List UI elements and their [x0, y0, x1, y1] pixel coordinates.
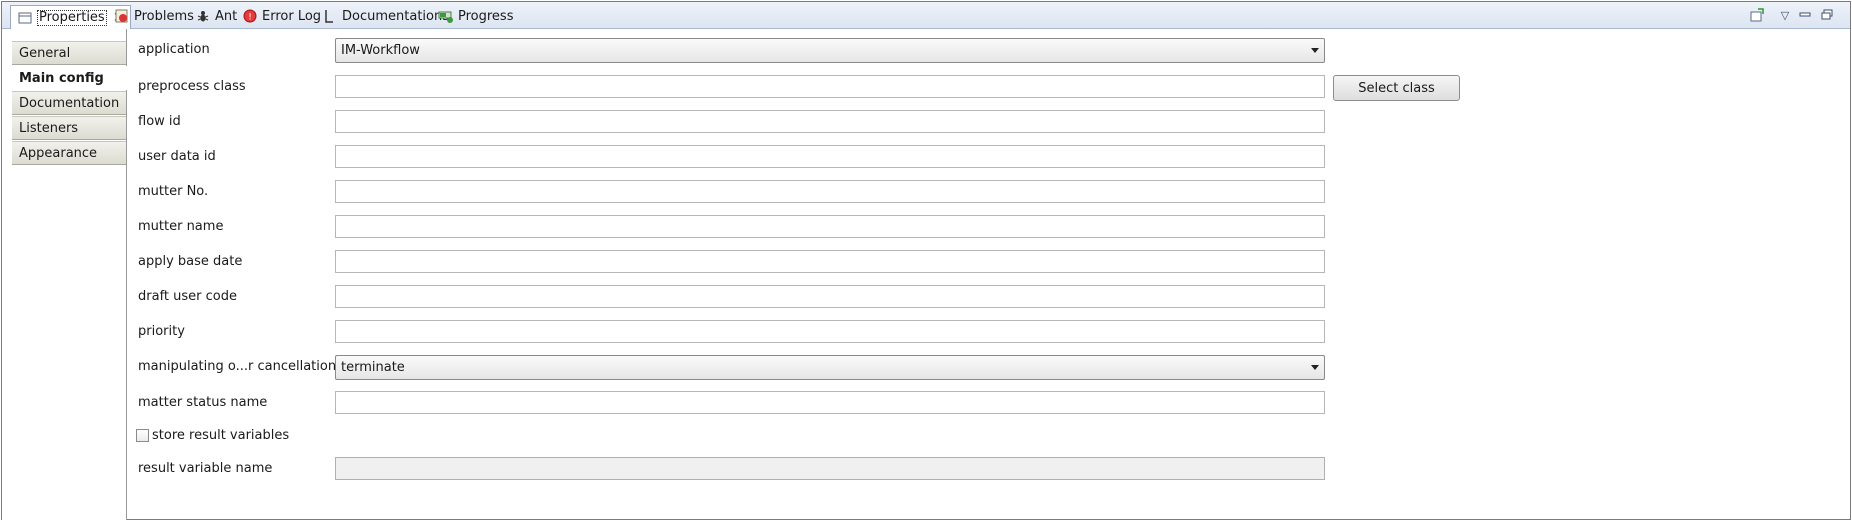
sidebar-item-main-config[interactable]: Main config — [12, 66, 128, 90]
tab-label: Properties — [37, 9, 107, 26]
manipulating-cancellation-select[interactable]: terminate — [335, 355, 1325, 380]
draft-user-code-input[interactable] — [335, 285, 1325, 308]
properties-view: Properties ✕ Problems Ant ! Error Log — [1, 1, 1851, 520]
properties-icon — [17, 10, 33, 26]
result-variable-name-label: result variable name — [138, 461, 273, 476]
documentations-icon — [322, 8, 338, 24]
store-result-variables-checkbox[interactable] — [136, 429, 149, 442]
maximize-icon[interactable] — [1820, 8, 1834, 22]
sidebar-item-documentation[interactable]: Documentation — [12, 91, 126, 115]
minimize-icon[interactable] — [1798, 8, 1812, 22]
result-variable-name-input[interactable] — [335, 457, 1325, 480]
tab-problems[interactable]: Problems — [114, 5, 194, 27]
mutter-no-label: mutter No. — [138, 184, 209, 199]
chevron-down-icon — [1311, 365, 1319, 370]
user-data-id-label: user data id — [138, 149, 216, 164]
tab-progress[interactable]: Progress — [438, 5, 513, 27]
sidebar-item-label: Main config — [19, 70, 104, 86]
problems-icon — [114, 8, 130, 24]
mutter-name-input[interactable] — [335, 215, 1325, 238]
application-value: IM-Workflow — [341, 43, 420, 58]
tab-label: Ant — [215, 8, 238, 24]
sidebar-item-label: Appearance — [19, 145, 98, 161]
priority-input[interactable] — [335, 320, 1325, 343]
matter-status-name-input[interactable] — [335, 391, 1325, 414]
sidebar-item-label: Documentation — [19, 95, 120, 111]
tab-label: Problems — [134, 8, 194, 24]
application-select[interactable]: IM-Workflow — [335, 38, 1325, 63]
select-class-button[interactable]: Select class — [1333, 75, 1460, 101]
store-result-variables-label: store result variables — [152, 428, 290, 443]
tab-documentations[interactable]: Documentations — [322, 5, 449, 27]
mutter-name-label: mutter name — [138, 219, 224, 234]
view-menu-icon[interactable]: ▽ — [1778, 8, 1792, 22]
pin-view-icon[interactable] — [1750, 8, 1764, 22]
flow-id-label: flow id — [138, 114, 181, 129]
manipulating-cancellation-value: terminate — [341, 360, 405, 375]
tab-label: Error Log — [262, 8, 322, 24]
sidebar-item-appearance[interactable]: Appearance — [12, 141, 126, 165]
flow-id-input[interactable] — [335, 110, 1325, 133]
svg-text:!: ! — [248, 13, 252, 23]
section-tabs-sidebar: General Main config Documentation Listen… — [2, 29, 128, 520]
sidebar-item-listeners[interactable]: Listeners — [12, 116, 126, 140]
sidebar-item-label: General — [19, 45, 71, 61]
user-data-id-input[interactable] — [335, 145, 1325, 168]
apply-base-date-input[interactable] — [335, 250, 1325, 273]
preprocess-class-label: preprocess class — [138, 79, 246, 94]
ant-icon — [195, 8, 211, 24]
apply-base-date-label: apply base date — [138, 254, 243, 269]
chevron-down-icon — [1311, 48, 1319, 53]
priority-label: priority — [138, 324, 185, 339]
application-label: application — [138, 42, 210, 57]
preprocess-class-input[interactable] — [335, 75, 1325, 98]
tab-label: Documentations — [342, 8, 449, 24]
view-tab-bar: Properties ✕ Problems Ant ! Error Log — [2, 2, 1850, 29]
tab-error-log[interactable]: ! Error Log — [242, 5, 321, 27]
tab-label: Progress — [458, 8, 514, 24]
error-log-icon: ! — [242, 8, 258, 24]
sidebar-item-label: Listeners — [19, 120, 79, 136]
progress-icon — [438, 8, 454, 24]
matter-status-name-label: matter status name — [138, 395, 268, 410]
manipulating-cancellation-label: manipulating o...r cancellation — [138, 359, 337, 374]
mutter-no-input[interactable] — [335, 180, 1325, 203]
draft-user-code-label: draft user code — [138, 289, 237, 304]
tab-ant[interactable]: Ant — [195, 5, 237, 27]
sidebar-item-general[interactable]: General — [12, 41, 126, 65]
